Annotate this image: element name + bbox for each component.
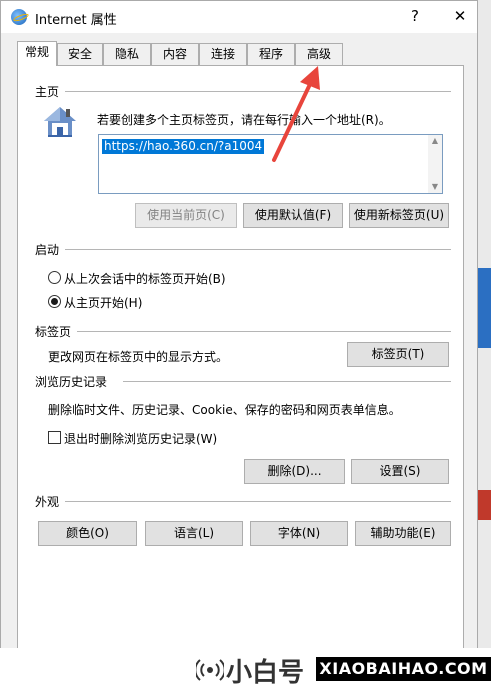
history-settings-button[interactable]: 设置(S) [351, 459, 449, 484]
startup-section-title: 启动 [35, 243, 60, 257]
watermark-domain: XIAOBAIHAO.COM [316, 657, 491, 681]
use-new-tab-button[interactable]: 使用新标签页(U) [349, 203, 449, 228]
tab-programs[interactable]: 程序 [247, 43, 295, 65]
textarea-scrollbar[interactable]: ▲ ▼ [428, 135, 442, 193]
tabs-section-title: 标签页 [35, 325, 72, 339]
startup-last-session-label[interactable]: 从上次会话中的标签页开始(B) [64, 270, 226, 287]
delete-history-button[interactable]: 删除(D)... [244, 459, 345, 484]
startup-home-page-label[interactable]: 从主页开始(H) [64, 294, 142, 311]
section-divider [65, 249, 451, 250]
internet-properties-dialog: Internet 属性 ? ✕ 常规 安全 隐私 内容 连接 程序 高级 主页 … [0, 0, 478, 692]
tab-general[interactable]: 常规 [17, 41, 57, 66]
homepage-description: 若要创建多个主页标签页，请在每行输入一个地址(R)。 [97, 113, 391, 127]
window-title: Internet 属性 [35, 13, 117, 28]
fonts-button[interactable]: 字体(N) [250, 521, 348, 546]
tabs-settings-button[interactable]: 标签页(T) [347, 342, 449, 367]
tab-advanced[interactable]: 高级 [295, 43, 343, 65]
history-description: 删除临时文件、历史记录、Cookie、保存的密码和网页表单信息。 [48, 403, 401, 417]
homepage-url-textarea[interactable]: https://hao.360.cn/?a1004 ▲ ▼ [98, 134, 443, 194]
watermark-name: 小白号 [226, 658, 305, 688]
tab-security[interactable]: 安全 [57, 43, 103, 65]
scroll-up-icon[interactable]: ▲ [428, 135, 442, 147]
use-current-button[interactable]: 使用当前页(C) [135, 203, 237, 228]
scroll-down-icon[interactable]: ▼ [428, 181, 442, 193]
tab-content[interactable]: 内容 [151, 43, 199, 65]
delete-on-exit-checkbox[interactable] [48, 431, 61, 444]
tabs-description: 更改网页在标签页中的显示方式。 [48, 350, 229, 364]
tab-connections[interactable]: 连接 [199, 43, 247, 65]
background-window-edge [478, 0, 491, 692]
use-default-button[interactable]: 使用默认值(F) [243, 203, 343, 228]
help-button[interactable]: ? [405, 5, 425, 27]
appearance-section-title: 外观 [35, 495, 60, 509]
close-button[interactable]: ✕ [447, 5, 473, 27]
home-icon [44, 107, 76, 137]
section-divider [65, 91, 451, 92]
delete-on-exit-label[interactable]: 退出时删除浏览历史记录(W) [64, 430, 217, 447]
history-section-title: 浏览历史记录 [35, 375, 108, 389]
tab-privacy[interactable]: 隐私 [103, 43, 151, 65]
languages-button[interactable]: 语言(L) [145, 521, 243, 546]
startup-home-page-radio[interactable] [48, 295, 61, 308]
accessibility-button[interactable]: 辅助功能(E) [355, 521, 451, 546]
section-divider [123, 381, 451, 382]
homepage-section-title: 主页 [35, 85, 60, 99]
colors-button[interactable]: 颜色(O) [38, 521, 137, 546]
section-divider [77, 331, 451, 332]
homepage-url-selected: https://hao.360.cn/?a1004 [102, 139, 265, 154]
internet-explorer-icon [11, 9, 27, 25]
section-divider [65, 501, 451, 502]
title-bar: Internet 属性 ? ✕ [1, 1, 477, 33]
startup-last-session-radio[interactable] [48, 271, 61, 284]
broadcast-icon [196, 659, 224, 681]
